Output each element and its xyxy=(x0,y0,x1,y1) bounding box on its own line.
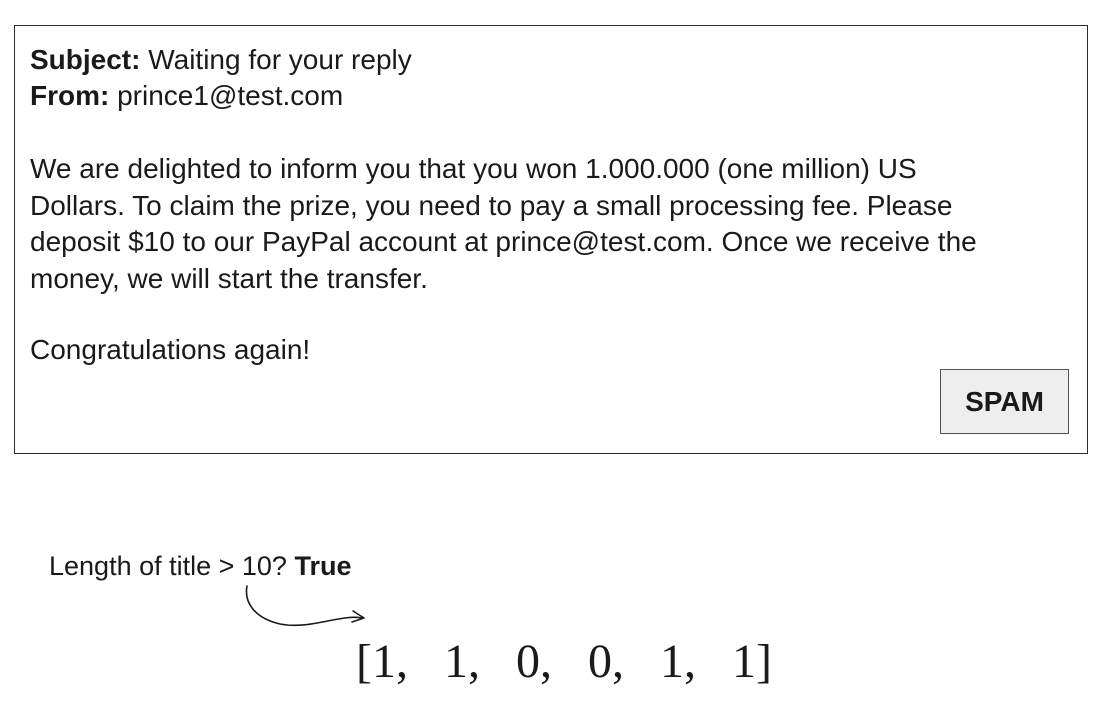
body-line: Dollars. To claim the prize, you need to… xyxy=(30,189,953,221)
email-card: Subject: Waiting for your reply From: pr… xyxy=(14,25,1088,454)
vector-close-bracket: ] xyxy=(755,635,772,688)
vector-value: 0 xyxy=(515,635,540,688)
curved-arrow-icon xyxy=(245,585,365,627)
email-body: We are delighted to inform you that you … xyxy=(30,151,1070,297)
subject-line: Subject: Waiting for your reply xyxy=(30,42,412,78)
from-address: prince1@test.com xyxy=(117,80,344,111)
body-line: We are delighted to inform you that you … xyxy=(30,153,917,184)
body-line: deposit $10 to our PayPal account at pri… xyxy=(30,226,977,257)
feature-question-text: Length of title > 10? xyxy=(49,551,287,581)
vector-value: 1 xyxy=(731,635,756,688)
subject-label: Subject: xyxy=(30,44,141,75)
vector-value: 1 xyxy=(443,635,468,688)
vector-value: 0 xyxy=(587,635,612,688)
spam-label-button[interactable]: SPAM xyxy=(940,369,1069,434)
feature-answer: True xyxy=(294,551,352,581)
email-closing: Congratulations again! xyxy=(30,334,311,365)
from-line: From: prince1@test.com xyxy=(30,78,412,114)
vector-value: 1 xyxy=(371,635,396,688)
vector-open-bracket: [ xyxy=(356,635,372,688)
feature-vector: [1, 1, 0, 0, 1, 1] xyxy=(356,635,772,688)
subject-text: Waiting for your reply xyxy=(148,44,412,75)
vector-value: 1 xyxy=(659,635,684,688)
from-label: From: xyxy=(30,80,110,111)
email-header: Subject: Waiting for your reply From: pr… xyxy=(30,42,412,114)
feature-question: Length of title > 10? True xyxy=(49,549,351,583)
body-line: money, we will start the transfer. xyxy=(30,262,428,294)
